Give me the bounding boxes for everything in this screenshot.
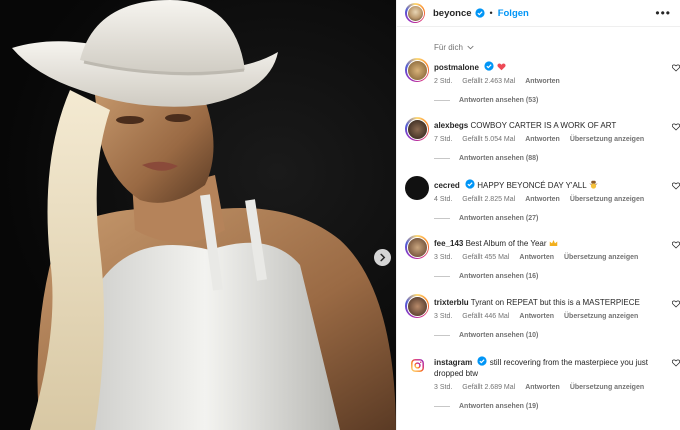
comment-age: 4 Std. bbox=[434, 196, 453, 203]
reply-button[interactable]: Antworten bbox=[525, 78, 560, 85]
reply-button[interactable]: Antworten bbox=[519, 254, 554, 261]
comment-likes[interactable]: Gefällt 5.054 Mal bbox=[462, 136, 515, 143]
like-heart-icon[interactable] bbox=[672, 359, 680, 367]
comment-item: cecred HAPPY BEYONCÉ DAY Y'ALL 4 Std. Gef… bbox=[397, 176, 680, 235]
like-heart-icon[interactable] bbox=[672, 123, 680, 131]
comment-avatar[interactable] bbox=[405, 176, 429, 200]
comment-text: Best Album of the Year bbox=[465, 239, 547, 248]
header-separator: • bbox=[489, 8, 493, 18]
instagram-logo-icon bbox=[410, 358, 424, 372]
post-header: beyonce • Folgen ••• bbox=[397, 0, 680, 27]
view-replies-label: Antworten ansehen (27) bbox=[459, 215, 539, 222]
view-replies-button[interactable]: Antworten ansehen (19) bbox=[434, 403, 666, 410]
comment-likes[interactable]: Gefällt 2.463 Mal bbox=[462, 78, 515, 85]
view-replies-button[interactable]: Antworten ansehen (27) bbox=[434, 215, 666, 222]
comment-username[interactable]: instagram bbox=[434, 358, 472, 367]
photo-illustration bbox=[12, 0, 396, 430]
next-photo-button[interactable] bbox=[374, 249, 391, 266]
like-heart-icon[interactable] bbox=[672, 300, 680, 308]
like-heart-icon[interactable] bbox=[672, 64, 680, 72]
verified-badge-icon bbox=[474, 8, 485, 18]
comment-likes[interactable]: Gefällt 2.689 Mal bbox=[462, 384, 515, 391]
red-heart-emoji-icon bbox=[497, 63, 506, 71]
translate-button[interactable]: Übersetzung anzeigen bbox=[570, 136, 644, 143]
author-avatar[interactable] bbox=[405, 3, 425, 23]
view-replies-button[interactable]: Antworten ansehen (88) bbox=[434, 155, 666, 162]
translate-button[interactable]: Übersetzung anzeigen bbox=[570, 196, 644, 203]
comment-avatar[interactable] bbox=[405, 353, 429, 377]
comment-item: fee_143 Best Album of the Year 3 Std. Gef… bbox=[397, 235, 680, 294]
reply-button[interactable]: Antworten bbox=[525, 196, 560, 203]
view-replies-button[interactable]: Antworten ansehen (10) bbox=[434, 332, 666, 339]
comment-avatar[interactable] bbox=[405, 294, 429, 318]
comment-age: 2 Std. bbox=[434, 78, 453, 85]
reply-button[interactable]: Antworten bbox=[525, 136, 560, 143]
comment-likes[interactable]: Gefällt 2.825 Mal bbox=[462, 196, 515, 203]
comment-text: HAPPY BEYONCÉ DAY Y'ALL bbox=[477, 181, 587, 190]
reply-button[interactable]: Antworten bbox=[519, 313, 554, 320]
comments-panel: beyonce • Folgen ••• Für dich postmalone bbox=[396, 0, 680, 430]
chevron-right-icon bbox=[380, 253, 386, 262]
author-username[interactable]: beyonce bbox=[433, 8, 472, 19]
translate-button[interactable]: Übersetzung anzeigen bbox=[570, 384, 644, 391]
comment-age: 3 Std. bbox=[434, 254, 453, 261]
comment-text: COWBOY CARTER IS A WORK OF ART bbox=[470, 121, 617, 130]
comment-avatar[interactable] bbox=[405, 117, 429, 141]
verified-badge-icon bbox=[484, 61, 494, 71]
comment-item: instagram still recovering from the mast… bbox=[397, 353, 680, 423]
like-heart-icon[interactable] bbox=[672, 182, 680, 190]
instagram-post-view: beyonce • Folgen ••• Für dich postmalone bbox=[0, 0, 680, 430]
comment-username[interactable]: cecred bbox=[434, 181, 460, 190]
view-replies-button[interactable]: Antworten ansehen (16) bbox=[434, 273, 666, 280]
more-options-icon[interactable]: ••• bbox=[655, 6, 671, 20]
like-heart-icon[interactable] bbox=[672, 241, 680, 249]
comment-age: 3 Std. bbox=[434, 384, 453, 391]
translate-button[interactable]: Übersetzung anzeigen bbox=[564, 313, 638, 320]
cowboy-emoji-icon bbox=[589, 180, 598, 189]
comment-age: 7 Std. bbox=[434, 136, 453, 143]
follow-button[interactable]: Folgen bbox=[498, 8, 529, 19]
comment-likes[interactable]: Gefällt 446 Mal bbox=[462, 313, 509, 320]
comment-item: postmalone 2 Std. Gefällt 2.463 Mal Antwor… bbox=[397, 58, 680, 117]
view-replies-label: Antworten ansehen (16) bbox=[459, 273, 539, 280]
comment-username[interactable]: trixterblu bbox=[434, 298, 469, 307]
view-replies-button[interactable]: Antworten ansehen (53) bbox=[434, 97, 666, 104]
translate-button[interactable]: Übersetzung anzeigen bbox=[564, 254, 638, 261]
comment-username[interactable]: fee_143 bbox=[434, 239, 463, 248]
post-photo[interactable] bbox=[0, 0, 396, 430]
sort-label: Für dich bbox=[434, 42, 463, 52]
sort-dropdown[interactable]: Für dich bbox=[397, 36, 680, 58]
reply-button[interactable]: Antworten bbox=[525, 384, 560, 391]
comment-avatar[interactable] bbox=[405, 235, 429, 259]
comment-item: trixterblu Tyrant on REPEAT but this is … bbox=[397, 294, 680, 353]
crown-emoji-icon bbox=[549, 240, 558, 246]
comment-avatar[interactable] bbox=[405, 58, 429, 82]
comment-age: 3 Std. bbox=[434, 313, 453, 320]
comment-username[interactable]: alexbegs bbox=[434, 121, 468, 130]
verified-badge-icon bbox=[477, 356, 488, 366]
view-replies-label: Antworten ansehen (19) bbox=[459, 403, 539, 410]
comment-text: Tyrant on REPEAT but this is a MASTERPIE… bbox=[470, 298, 640, 307]
view-replies-label: Antworten ansehen (53) bbox=[459, 97, 539, 104]
comment-likes[interactable]: Gefällt 455 Mal bbox=[462, 254, 509, 261]
comment-item: alexbegs COWBOY CARTER IS A WORK OF ART … bbox=[397, 117, 680, 176]
view-replies-label: Antworten ansehen (10) bbox=[459, 332, 539, 339]
comment-username[interactable]: postmalone bbox=[434, 63, 479, 72]
view-replies-label: Antworten ansehen (88) bbox=[459, 155, 539, 162]
chevron-down-icon bbox=[467, 45, 474, 49]
verified-badge-icon bbox=[465, 179, 475, 189]
